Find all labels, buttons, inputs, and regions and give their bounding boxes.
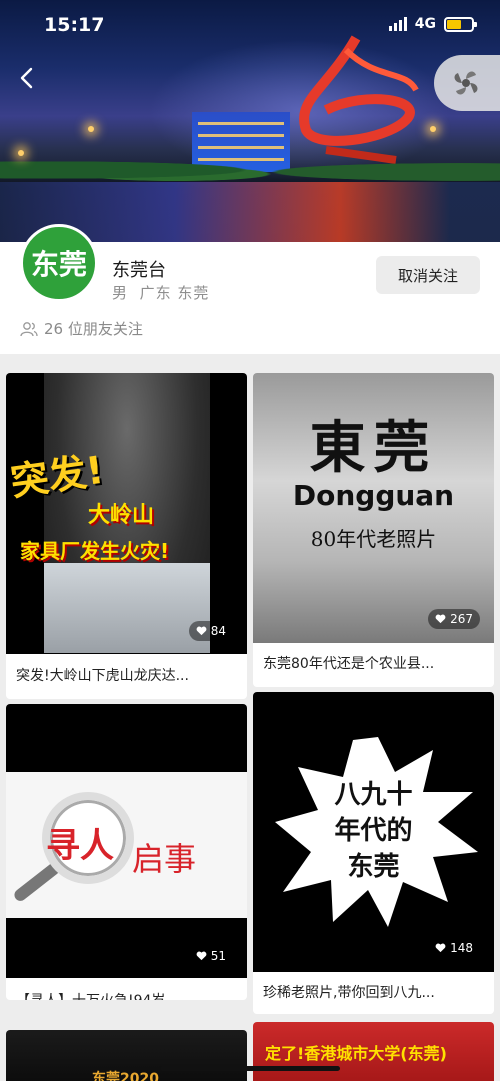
status-time: 15:17 — [44, 14, 105, 36]
like-count: 51 — [210, 949, 226, 963]
building-lights — [198, 146, 284, 149]
friends-following-label: 26 位朋友关注 — [44, 320, 143, 338]
video-thumbnail: 突发! 大岭山 家具厂发生火灾! 84 — [6, 373, 247, 654]
thumbnail-headline: 東莞 — [309, 416, 438, 481]
battery-icon — [444, 16, 477, 32]
status-bar: 15:17 4G — [0, 0, 500, 54]
street-lamp — [88, 126, 94, 132]
like-count: 84 — [210, 624, 226, 638]
avatar[interactable]: 东莞 — [20, 224, 98, 302]
video-card[interactable]: 寻人 启事 51 【寻人】十万火急!94岁... — [6, 704, 247, 1000]
heart-icon — [196, 951, 207, 961]
street-lamp — [430, 126, 436, 132]
like-count: 148 — [450, 941, 473, 955]
network-type: 4G — [414, 16, 436, 32]
floating-menu-button[interactable] — [434, 55, 500, 111]
building-lights — [198, 122, 284, 125]
heart-icon — [435, 943, 446, 953]
profile-header: 东莞 东莞台 男 广东 东莞 取消关注 26 位朋友关注 — [0, 224, 500, 354]
account-gender: 男 — [112, 284, 129, 302]
video-caption: 珍稀老照片,带你回到八九... — [263, 985, 435, 1001]
like-count-badge: 84 — [188, 621, 233, 641]
video-card[interactable]: 定了!香港城市大学(东莞) — [253, 1022, 494, 1081]
street-lamp — [18, 150, 24, 156]
video-thumbnail: 八九十 年代的 东莞 148 — [253, 692, 494, 972]
video-thumbnail: 寻人 启事 51 — [6, 704, 247, 978]
video-card[interactable]: 突发! 大岭山 家具厂发生火灾! 84 突发!大岭山下虎山龙庆达... — [6, 373, 247, 699]
video-caption: 【寻人】十万火急!94岁... — [16, 990, 239, 1000]
video-card[interactable]: 東莞 Dongguan 80年代老照片 267 东莞80年代还是个农业县... — [253, 373, 494, 687]
like-count-badge: 267 — [428, 609, 480, 629]
unfollow-button[interactable]: 取消关注 — [376, 256, 480, 294]
thumbnail-subline: 东莞 — [347, 852, 400, 882]
thumbnail-subline: 启事 — [132, 840, 197, 878]
friends-following[interactable]: 26 位朋友关注 — [20, 318, 143, 339]
thumbnail-headline: 八九十 — [334, 780, 413, 810]
account-meta: 男 广东 东莞 — [112, 282, 209, 303]
building-lights — [198, 134, 284, 137]
account-location: 广东 东莞 — [139, 284, 210, 302]
thumbnail-subline: 大岭山 — [88, 503, 155, 528]
heart-icon — [196, 626, 207, 636]
home-indicator[interactable] — [160, 1066, 340, 1071]
signal-icon — [388, 17, 407, 31]
back-button[interactable] — [14, 64, 42, 92]
video-thumbnail: 定了!香港城市大学(东莞) — [253, 1022, 494, 1081]
video-grid: 突发! 大岭山 家具厂发生火灾! 84 突发!大岭山下虎山龙庆达... 東莞 D… — [0, 354, 500, 1081]
video-card[interactable]: 八九十 年代的 东莞 148 珍稀老照片,带你回到八九... — [253, 692, 494, 1014]
video-caption: 突发!大岭山下虎山龙庆达... — [16, 668, 189, 684]
thumbnail-headline: 定了!香港城市大学(东莞) — [265, 1044, 447, 1063]
thumbnail-subline: Dongguan — [292, 479, 455, 512]
account-name: 东莞台 — [112, 260, 166, 281]
status-indicators: 4G — [388, 16, 477, 32]
like-count-badge: 148 — [428, 938, 480, 958]
factory-scene — [44, 563, 210, 653]
chevron-left-icon — [20, 67, 33, 89]
thumbnail-subline: 80年代老照片 — [310, 527, 437, 551]
like-count: 267 — [450, 612, 473, 626]
official-account-profile-page: 15:17 4G 东莞 东莞台 男 广东 东莞 取消关注 26 位朋友关注 突发… — [0, 0, 500, 1081]
video-caption: 东莞80年代还是个农业县... — [263, 656, 435, 672]
video-card[interactable]: 东莞2020 — [6, 1030, 247, 1081]
thumbnail-subline: 年代的 — [334, 816, 413, 846]
video-thumbnail: 東莞 Dongguan 80年代老照片 267 — [253, 373, 494, 643]
like-count-badge: 51 — [188, 946, 233, 966]
thumbnail-subline: 家具厂发生火灾! — [20, 539, 170, 563]
people-icon — [20, 321, 38, 336]
thumbnail-headline: 寻人 — [46, 826, 114, 866]
video-thumbnail: 东莞2020 — [6, 1030, 247, 1081]
heart-icon — [435, 614, 446, 624]
pinwheel-icon — [454, 71, 478, 95]
thumbnail-headline: 东莞2020 — [92, 1071, 159, 1081]
